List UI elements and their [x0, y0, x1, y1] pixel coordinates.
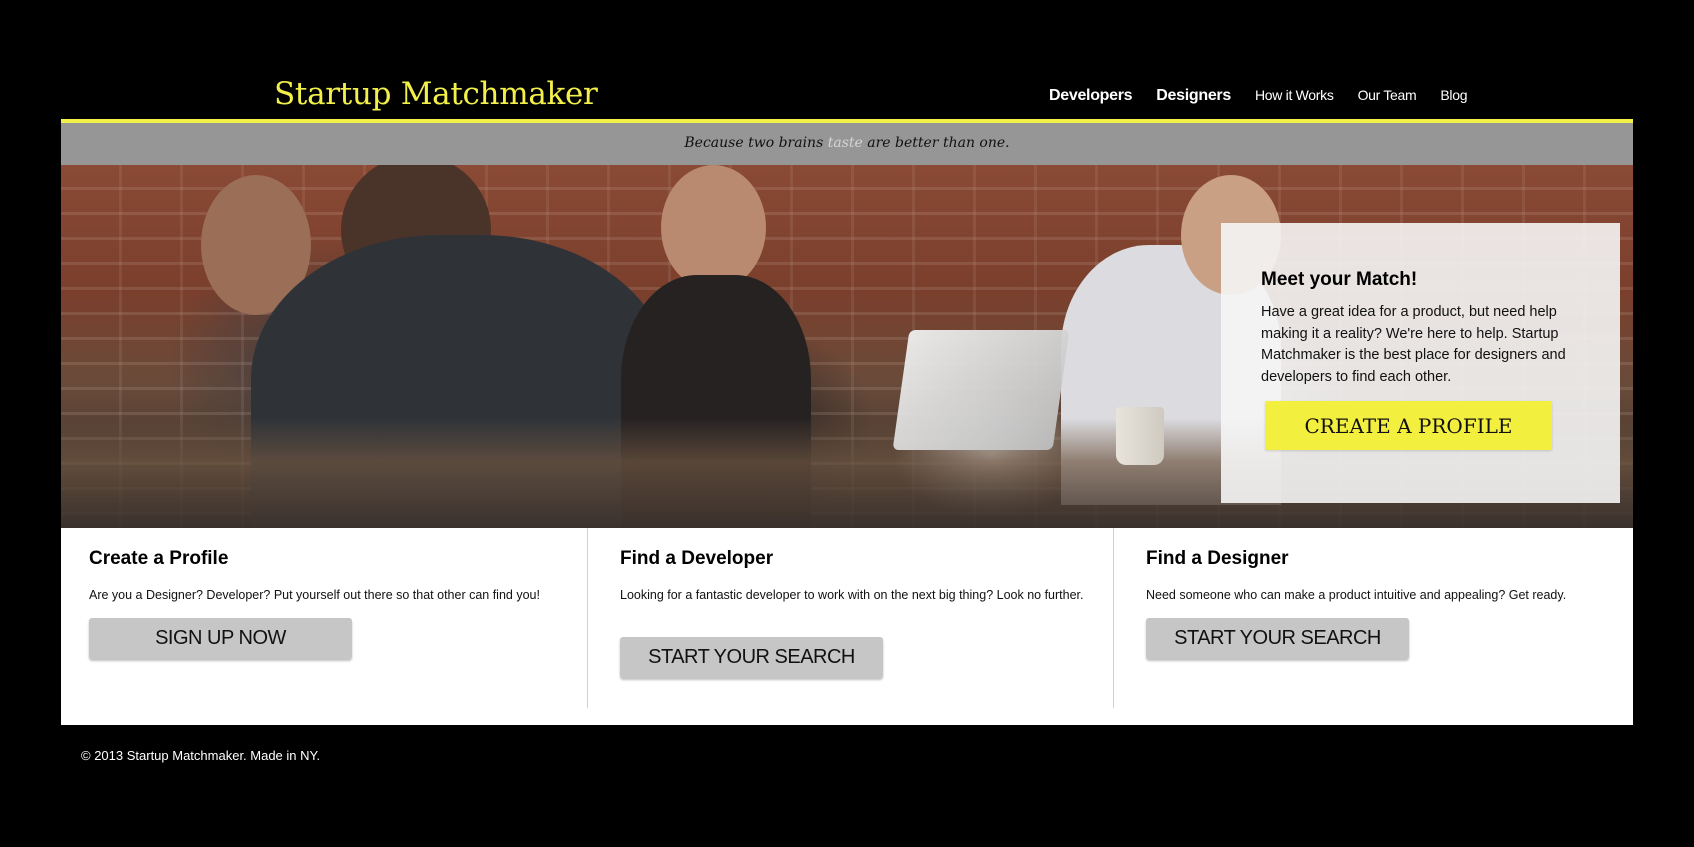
feature-title: Create a Profile: [89, 548, 229, 569]
start-search-developer-button[interactable]: START YOUR SEARCH: [620, 637, 883, 678]
cta-description: Have a great idea for a product, but nee…: [1261, 304, 1566, 385]
nav-our-team[interactable]: Our Team: [1358, 87, 1417, 105]
laptop-graphic: [892, 330, 1070, 450]
create-profile-button[interactable]: CREATE A PROFILE: [1265, 401, 1552, 450]
mug-graphic: [1116, 407, 1164, 465]
feature-find-designer: Find a Designer Need someone who can mak…: [1113, 528, 1640, 708]
main-nav: Developers Designers How it Works Our Te…: [1049, 87, 1491, 105]
feature-text: Looking for a fantastic developer to wor…: [620, 588, 1084, 602]
feature-title: Find a Designer: [1146, 548, 1289, 569]
features-section: Create a Profile Are you a Designer? Dev…: [61, 528, 1633, 725]
site-header: Startup Matchmaker Developers Designers …: [61, 60, 1633, 120]
cta-card: Meet your Match! Have a great idea for a…: [1221, 223, 1620, 503]
footer-copyright: © 2013 Startup Matchmaker. Made in NY.: [81, 748, 321, 763]
feature-text: Are you a Designer? Developer? Put yours…: [89, 588, 540, 602]
tagline-ghost-word: taste: [827, 135, 863, 151]
nav-designers[interactable]: Designers: [1156, 87, 1231, 105]
start-search-designer-button[interactable]: START YOUR SEARCH: [1146, 618, 1409, 659]
feature-title: Find a Developer: [620, 548, 774, 569]
feature-find-developer: Find a Developer Looking for a fantastic…: [587, 528, 1114, 708]
cta-title: Meet your Match!: [1261, 269, 1418, 290]
feature-text: Need someone who can make a product intu…: [1146, 588, 1567, 602]
sign-up-now-button[interactable]: SIGN UP NOW: [89, 618, 352, 659]
site-logo[interactable]: Startup Matchmaker: [274, 76, 598, 112]
nav-developers[interactable]: Developers: [1049, 87, 1133, 105]
tagline-bar: Because two brains taste are better than…: [61, 123, 1633, 165]
tagline-after: are better than one.: [867, 135, 1010, 151]
person-center-head: [661, 165, 766, 290]
nav-blog[interactable]: Blog: [1440, 87, 1467, 105]
tagline-before: Because two brains: [684, 135, 824, 151]
feature-create-profile: Create a Profile Are you a Designer? Dev…: [61, 528, 587, 708]
nav-how-it-works[interactable]: How it Works: [1255, 87, 1334, 105]
